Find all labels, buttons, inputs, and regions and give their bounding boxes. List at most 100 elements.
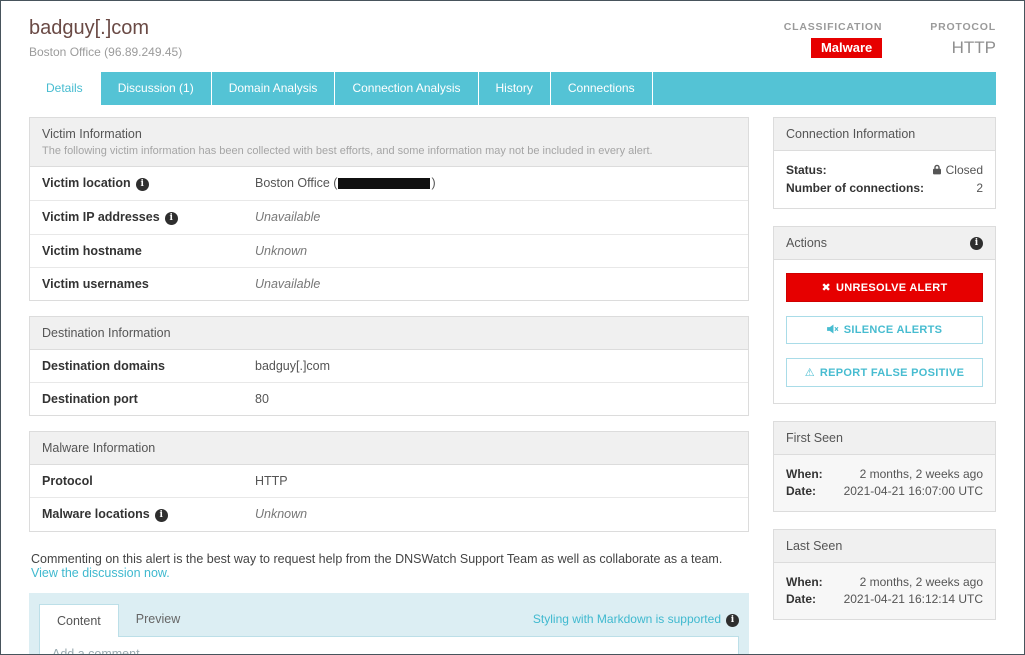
first-seen-date-value: 2021-04-21 16:07:00 UTC <box>844 484 983 498</box>
victim-hostname-row: Victim hostname Unknown <box>30 235 748 268</box>
page-subtitle: Boston Office (96.89.249.45) <box>29 45 182 59</box>
malware-locations-label: Malware locations i <box>30 498 255 531</box>
malware-locations-value: Unknown <box>255 498 307 531</box>
composer-tab-preview[interactable]: Preview <box>119 603 197 636</box>
page-header: badguy[.]com Boston Office (96.89.249.45… <box>1 1 1024 59</box>
victim-hostname-label: Victim hostname <box>30 235 255 267</box>
first-seen-when-row: When: 2 months, 2 weeks ago <box>786 467 983 481</box>
content-area: Victim Information The following victim … <box>1 105 1024 655</box>
silence-alerts-button[interactable]: SILENCE ALERTS <box>786 316 983 344</box>
victim-usernames-row: Victim usernames Unavailable <box>30 268 748 300</box>
discussion-note: Commenting on this alert is the best way… <box>31 552 747 580</box>
victim-ip-row: Victim IP addresses i Unavailable <box>30 201 748 235</box>
destination-domains-row: Destination domains badguy[.]com <box>30 350 748 383</box>
victim-hostname-value: Unknown <box>255 235 307 267</box>
destination-domains-value: badguy[.]com <box>255 350 330 382</box>
composer-tab-content[interactable]: Content <box>39 604 119 637</box>
header-meta: CLASSIFICATION Malware PROTOCOL HTTP <box>784 17 996 59</box>
report-false-positive-label: REPORT FALSE POSITIVE <box>820 367 964 379</box>
classification-label: CLASSIFICATION <box>784 21 883 33</box>
discussion-note-text: Commenting on this alert is the best way… <box>31 552 722 566</box>
destination-port-label: Destination port <box>30 383 255 415</box>
last-seen-body: When: 2 months, 2 weeks ago Date: 2021-0… <box>774 563 995 619</box>
info-icon[interactable]: i <box>726 614 739 627</box>
victim-ip-label-text: Victim IP addresses <box>42 210 160 224</box>
victim-location-label: Victim location i <box>30 167 255 200</box>
first-seen-date-label: Date: <box>786 484 816 498</box>
classification-badge: Malware <box>811 38 882 58</box>
victim-information-subtitle: The following victim information has bee… <box>42 145 736 157</box>
victim-location-label-text: Victim location <box>42 176 131 190</box>
info-icon[interactable]: i <box>136 178 149 191</box>
tab-connection-analysis[interactable]: Connection Analysis <box>335 72 478 105</box>
status-value: Closed <box>932 163 983 178</box>
last-seen-when-value: 2 months, 2 weeks ago <box>860 575 983 589</box>
protocol-block: PROTOCOL HTTP <box>930 21 996 59</box>
dnswatch-alert-page: badguy[.]com Boston Office (96.89.249.45… <box>0 0 1025 655</box>
tab-domain-analysis[interactable]: Domain Analysis <box>212 72 336 105</box>
title-block: badguy[.]com Boston Office (96.89.249.45… <box>29 17 182 59</box>
comment-composer: Content Preview Styling with Markdown is… <box>29 593 749 655</box>
info-icon[interactable]: i <box>155 509 168 522</box>
info-icon[interactable]: i <box>165 212 178 225</box>
first-seen-header: First Seen <box>774 422 995 455</box>
last-seen-header: Last Seen <box>774 530 995 563</box>
info-icon[interactable]: i <box>970 237 983 250</box>
malware-locations-row: Malware locations i Unknown <box>30 498 748 531</box>
unresolve-alert-button[interactable]: ✖UNRESOLVE ALERT <box>786 273 983 302</box>
last-seen-when-label: When: <box>786 575 823 589</box>
destination-domains-label: Destination domains <box>30 350 255 382</box>
malware-information-title: Malware Information <box>42 441 736 455</box>
tab-bar: Details Discussion (1) Domain Analysis C… <box>29 72 996 105</box>
first-seen-when-value: 2 months, 2 weeks ago <box>860 467 983 481</box>
tab-history[interactable]: History <box>479 72 551 105</box>
silence-alerts-label: SILENCE ALERTS <box>844 324 943 336</box>
status-value-text: Closed <box>946 163 983 177</box>
first-seen-when-label: When: <box>786 467 823 481</box>
connection-information-body: Status: Closed Number of connections: 2 <box>774 151 995 208</box>
connection-information-title: Connection Information <box>786 127 915 141</box>
malware-locations-label-text: Malware locations <box>42 507 150 521</box>
view-discussion-link[interactable]: View the discussion now. <box>31 566 170 580</box>
unresolve-alert-label: UNRESOLVE ALERT <box>836 282 947 294</box>
malware-information-header: Malware Information <box>30 432 748 465</box>
tab-connections[interactable]: Connections <box>551 72 653 105</box>
composer-tab-bar: Content Preview Styling with Markdown is… <box>39 603 739 636</box>
connections-count-link[interactable]: 2 <box>976 181 983 195</box>
markdown-note: Styling with Markdown is supportedi <box>533 612 739 627</box>
last-seen-title: Last Seen <box>786 539 842 553</box>
last-seen-date-row: Date: 2021-04-21 16:12:14 UTC <box>786 592 983 606</box>
protocol-row-value: HTTP <box>255 465 288 497</box>
destination-information-title: Destination Information <box>42 326 736 340</box>
destination-information-panel: Destination Information Destination doma… <box>29 316 749 416</box>
protocol-row-label: Protocol <box>30 465 255 497</box>
victim-information-title: Victim Information <box>42 127 736 141</box>
report-false-positive-button[interactable]: ⚠REPORT FALSE POSITIVE <box>786 358 983 387</box>
malware-information-panel: Malware Information Protocol HTTP Malwar… <box>29 431 749 532</box>
first-seen-title: First Seen <box>786 431 843 445</box>
sidebar: Connection Information Status: Closed Nu… <box>773 117 996 655</box>
destination-information-header: Destination Information <box>30 317 748 350</box>
victim-ip-value: Unavailable <box>255 201 320 234</box>
destination-port-value: 80 <box>255 383 269 415</box>
victim-ip-label: Victim IP addresses i <box>30 201 255 234</box>
tab-discussion[interactable]: Discussion (1) <box>101 72 212 105</box>
last-seen-date-label: Date: <box>786 592 816 606</box>
victim-information-panel: Victim Information The following victim … <box>29 117 749 301</box>
connections-count-label: Number of connections: <box>786 181 924 195</box>
destination-port-row: Destination port 80 <box>30 383 748 415</box>
lock-icon <box>932 164 942 178</box>
tab-details[interactable]: Details <box>29 72 101 105</box>
protocol-row: Protocol HTTP <box>30 465 748 498</box>
connections-count-row: Number of connections: 2 <box>786 181 983 195</box>
protocol-value: HTTP <box>930 38 996 58</box>
comment-input[interactable] <box>40 637 738 655</box>
victim-location-value: Boston Office () <box>255 167 436 200</box>
victim-information-header: Victim Information The following victim … <box>30 118 748 167</box>
first-seen-panel: First Seen When: 2 months, 2 weeks ago D… <box>773 421 996 512</box>
connection-information-header: Connection Information <box>774 118 995 151</box>
victim-location-row: Victim location i Boston Office () <box>30 167 748 201</box>
victim-usernames-label: Victim usernames <box>30 268 255 300</box>
actions-title: Actions <box>786 236 827 250</box>
mute-icon <box>827 324 839 336</box>
